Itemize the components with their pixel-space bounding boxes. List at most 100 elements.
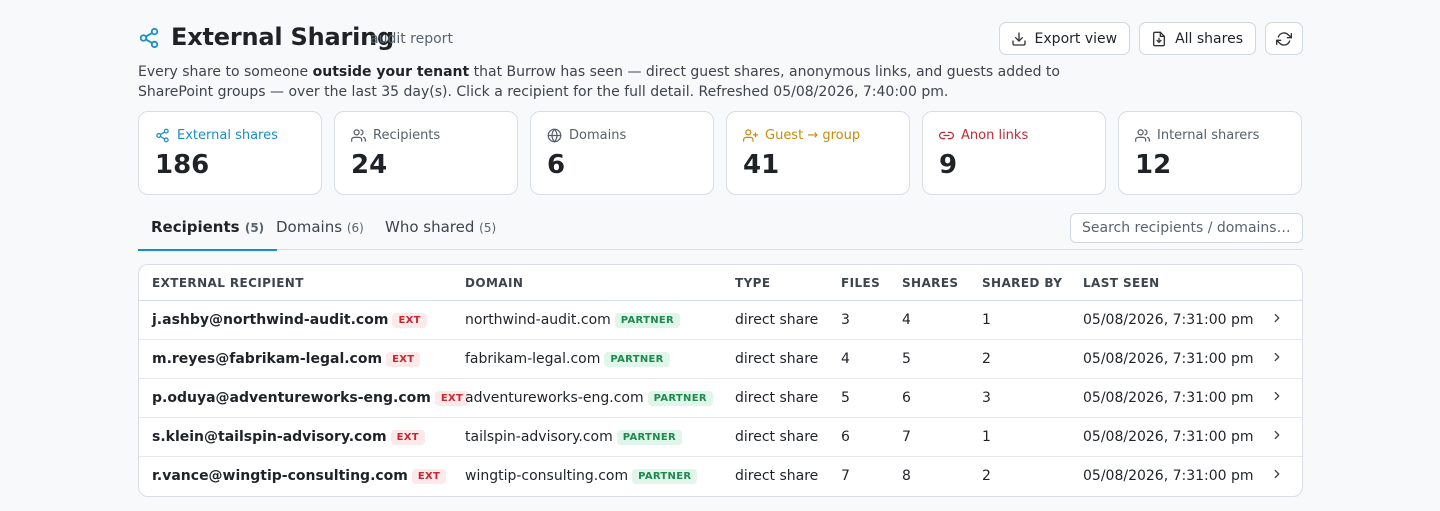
- chevron-right-icon[interactable]: [1270, 428, 1284, 442]
- tab-who-shared[interactable]: Who shared (5): [385, 218, 496, 250]
- stat-card-label-row: Anon links: [939, 126, 1089, 144]
- globe-icon: [547, 128, 562, 142]
- type-cell: direct share: [735, 429, 819, 445]
- column-header-files: FILES: [841, 276, 881, 290]
- stat-card-label: Guest → group: [765, 127, 861, 143]
- page-subtitle: audit report: [370, 31, 453, 47]
- shares-cell: 4: [902, 312, 911, 328]
- type-cell: direct share: [735, 351, 819, 367]
- domain-cell: fabrikam-legal.com PARTNER: [465, 351, 670, 367]
- tab-domains[interactable]: Domains (6): [276, 218, 364, 250]
- column-header-shares: SHARES: [902, 276, 959, 290]
- column-header-shared-by: SHARED BY: [982, 276, 1063, 290]
- recipient-email: p.oduya@adventureworks-eng.com: [152, 390, 431, 406]
- stat-card-external-shares: External shares 186: [138, 111, 322, 195]
- last-seen-cell: 05/08/2026, 7:31:00 pm: [1083, 312, 1254, 328]
- ext-badge: EXT: [411, 469, 447, 484]
- column-header-last-seen: LAST SEEN: [1083, 276, 1160, 290]
- search-input[interactable]: [1070, 213, 1303, 243]
- ext-badge: EXT: [386, 352, 421, 367]
- chevron-right-icon[interactable]: [1270, 311, 1284, 325]
- refresh-icon: [1276, 31, 1292, 46]
- recipient-email: s.klein@tailspin-advisory.com: [152, 429, 387, 445]
- header-actions: Export view All shares: [998, 22, 1303, 55]
- stat-card-label-row: Internal sharers: [1135, 126, 1285, 144]
- last-seen-cell: 05/08/2026, 7:31:00 pm: [1083, 429, 1254, 445]
- stat-card-value: 186: [155, 150, 210, 180]
- partner-badge: PARTNER: [632, 469, 698, 484]
- domain-cell: adventureworks-eng.com PARTNER: [465, 390, 713, 406]
- table-row[interactable]: j.ashby@northwind-audit.com EXT northwind-…: [139, 301, 1302, 340]
- partner-badge: PARTNER: [647, 391, 713, 406]
- table-row[interactable]: m.reyes@fabrikam-legal.com EXT fabrikam-le…: [139, 340, 1302, 379]
- stat-card-label-row: Recipients: [351, 126, 501, 144]
- shares-cell: 5: [902, 351, 911, 367]
- column-header-type: TYPE: [735, 276, 771, 290]
- stat-card-label: Recipients: [373, 127, 441, 143]
- type-cell: direct share: [735, 312, 819, 328]
- stat-card-guest-group: Guest → group 41: [726, 111, 910, 195]
- shared-by-cell: 1: [982, 429, 991, 445]
- tab-bar: Recipients (5) Domains (6) Who shared (5…: [137, 212, 1303, 251]
- stat-card-label: Domains: [569, 127, 627, 143]
- chevron-right-icon[interactable]: [1270, 350, 1284, 364]
- refresh-button[interactable]: [1265, 22, 1303, 55]
- tab-who-shared-label: Who shared: [385, 218, 475, 236]
- stat-card-value: 24: [351, 150, 388, 180]
- export-view-button[interactable]: Export view: [998, 22, 1131, 55]
- tab-recipients[interactable]: Recipients (5): [137, 218, 278, 251]
- tab-recipients-label: Recipients: [151, 218, 240, 236]
- table-body: j.ashby@northwind-audit.com EXT northwind-…: [139, 301, 1302, 496]
- shares-cell: 8: [902, 468, 911, 484]
- share-icon: [156, 128, 169, 142]
- tab-domains-count: (6): [346, 221, 364, 235]
- domain-name: adventureworks-eng.com: [465, 390, 644, 406]
- stat-card-internal-sharers: Internal sharers 12: [1118, 111, 1302, 195]
- users-icon: [351, 128, 366, 142]
- link-icon: [939, 131, 954, 139]
- partner-badge: PARTNER: [614, 313, 681, 328]
- recipient-cell: j.ashby@northwind-audit.com EXT: [152, 312, 427, 328]
- recipient-email: r.vance@wingtip-consulting.com: [152, 468, 408, 484]
- table-row[interactable]: s.klein@tailspin-advisory.com EXT tailspin…: [139, 418, 1302, 457]
- domain-name: fabrikam-legal.com: [465, 351, 601, 367]
- last-seen-cell: 05/08/2026, 7:31:00 pm: [1083, 468, 1254, 484]
- recipients-table: EXTERNAL RECIPIENT DOMAIN TYPE FILES SHA…: [138, 264, 1303, 497]
- stat-card-label-row: External shares: [155, 126, 305, 144]
- files-cell: 7: [841, 468, 850, 484]
- recipient-email: j.ashby@northwind-audit.com: [152, 312, 389, 328]
- table-row[interactable]: r.vance@wingtip-consulting.com EXT wingtip…: [139, 457, 1302, 496]
- stat-card-domains: Domains 6: [530, 111, 714, 195]
- all-shares-button[interactable]: All shares: [1139, 22, 1256, 55]
- domain-cell: northwind-audit.com PARTNER: [465, 312, 681, 328]
- description-text-1: Every share to someone: [138, 64, 313, 80]
- stat-card-anon-links: Anon links 9: [922, 111, 1106, 195]
- page-title: External Sharing: [171, 23, 395, 51]
- table-row[interactable]: p.oduya@adventureworks-eng.com EXT adventu…: [139, 379, 1302, 418]
- share-icon: [139, 27, 159, 49]
- domain-name: northwind-audit.com: [465, 312, 611, 328]
- tab-domains-label: Domains: [276, 218, 343, 236]
- user-plus-icon: [743, 128, 758, 142]
- stat-card-value: 6: [547, 150, 566, 180]
- stat-card-value: 9: [939, 150, 958, 180]
- shares-cell: 7: [902, 429, 911, 445]
- files-cell: 6: [841, 429, 850, 445]
- last-seen-cell: 05/08/2026, 7:31:00 pm: [1083, 390, 1254, 406]
- stat-card-label: Internal sharers: [1157, 127, 1260, 143]
- tab-who-shared-count: (5): [479, 221, 497, 235]
- type-cell: direct share: [735, 390, 819, 406]
- shared-by-cell: 1: [982, 312, 991, 328]
- domain-cell: tailspin-advisory.com PARTNER: [465, 429, 682, 445]
- page-header: External Sharing audit report Export vie…: [138, 20, 1303, 60]
- table-header: EXTERNAL RECIPIENT DOMAIN TYPE FILES SHA…: [139, 265, 1302, 301]
- users-icon: [1135, 128, 1150, 142]
- stat-card-label: External shares: [177, 127, 278, 143]
- page-description: Every share to someone outside your tena…: [138, 62, 1098, 102]
- column-header-recipient: EXTERNAL RECIPIENT: [152, 276, 304, 290]
- tab-recipients-count: (5): [244, 221, 265, 235]
- stat-card-recipients: Recipients 24: [334, 111, 518, 195]
- chevron-right-icon[interactable]: [1270, 467, 1284, 481]
- recipient-cell: p.oduya@adventureworks-eng.com EXT: [152, 390, 470, 406]
- chevron-right-icon[interactable]: [1270, 389, 1284, 403]
